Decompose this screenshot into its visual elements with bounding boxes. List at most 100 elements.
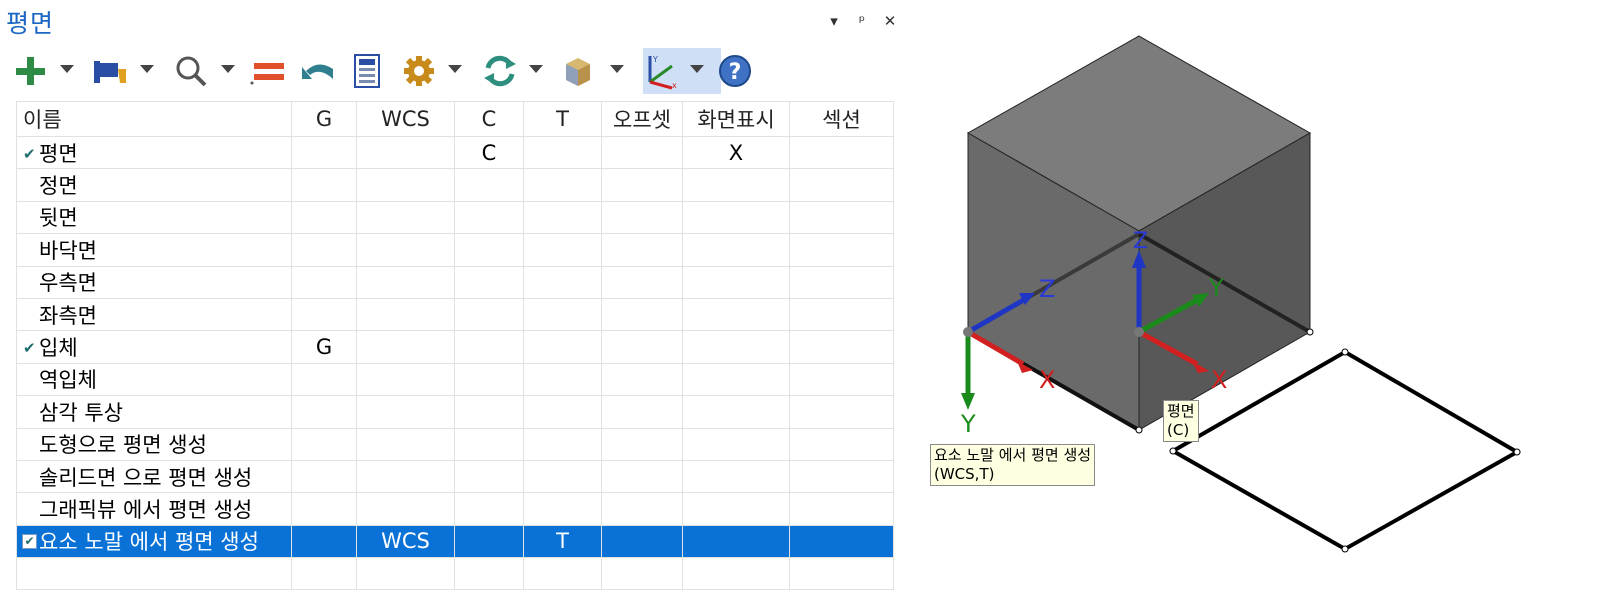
cell-offset[interactable] [601, 233, 683, 267]
cell-wcs[interactable] [356, 168, 455, 202]
cell-display[interactable] [682, 233, 790, 267]
cell-wcs[interactable] [356, 362, 455, 397]
cell-wcs[interactable] [356, 297, 455, 332]
cell-wcs[interactable] [356, 200, 455, 235]
add-button[interactable] [14, 48, 46, 94]
cell-wcs[interactable] [356, 459, 455, 494]
flag-button[interactable] [92, 48, 128, 94]
cell-c[interactable] [454, 233, 524, 267]
cell-g[interactable] [291, 459, 357, 494]
cell-name[interactable]: 그래픽뷰 에서 평면 생성 [16, 492, 292, 526]
refresh-dropdown-arrow[interactable] [529, 65, 543, 73]
cell-name[interactable]: ✔ 입체 [16, 330, 292, 364]
close-icon[interactable]: ✕ [883, 12, 897, 30]
cell-display[interactable] [682, 362, 790, 397]
element-tag[interactable]: 요소 노말 에서 평면 생성 (WCS,T) [930, 444, 1096, 486]
cell-c[interactable] [454, 168, 524, 202]
cell-display[interactable] [682, 524, 790, 559]
cell-name[interactable]: ✔ 평면 [16, 135, 292, 170]
box-button[interactable] [562, 48, 594, 94]
checkmark-icon[interactable]: ✔ [23, 339, 36, 357]
cell-c[interactable] [454, 362, 524, 397]
cell-offset[interactable] [601, 557, 683, 591]
cell-offset[interactable] [601, 297, 683, 332]
dropdown-menu-icon[interactable]: ▾ [827, 12, 841, 30]
cell-section[interactable] [789, 459, 894, 494]
cell-t[interactable] [523, 362, 602, 397]
cell-display[interactable] [682, 200, 790, 235]
table-row[interactable]: 좌측면 [16, 297, 894, 332]
cell-c[interactable] [454, 395, 524, 429]
cell-t[interactable] [523, 427, 602, 461]
cell-g[interactable] [291, 297, 357, 332]
column-header-g[interactable]: G [291, 101, 357, 137]
cell-name[interactable]: 솔리드면 으로 평면 생성 [16, 459, 292, 494]
table-row[interactable]: 삼각 투상 [16, 395, 894, 429]
cell-t[interactable] [523, 135, 602, 170]
column-header-name[interactable]: 이름 [16, 101, 292, 137]
cell-g[interactable] [291, 557, 357, 591]
box-dropdown-arrow[interactable] [610, 65, 624, 73]
cell-offset[interactable] [601, 395, 683, 429]
cell-name[interactable]: 좌측면 [16, 297, 292, 332]
cell-offset[interactable] [601, 330, 683, 364]
cell-offset[interactable] [601, 492, 683, 526]
axis-dropdown-arrow[interactable] [690, 65, 704, 73]
table-row[interactable]: 바닥면 [16, 233, 894, 267]
flag-dropdown-arrow[interactable] [140, 65, 154, 73]
cell-offset[interactable] [601, 459, 683, 494]
cell-wcs[interactable] [356, 395, 455, 429]
column-header-wcs[interactable]: WCS [356, 101, 455, 137]
undo-button[interactable] [300, 48, 336, 94]
cell-offset[interactable] [601, 427, 683, 461]
cell-name[interactable]: 삼각 투상 [16, 395, 292, 429]
cell-t[interactable] [523, 233, 602, 267]
cell-section[interactable] [789, 557, 894, 591]
checkmark-icon[interactable]: ✔ [23, 145, 36, 163]
settings-dropdown-arrow[interactable] [448, 65, 462, 73]
table-row[interactable]: ✔ 평면 C X [16, 135, 894, 170]
table-row[interactable]: ✔ 요소 노말 에서 평면 생성 WCS T [16, 524, 894, 559]
cell-c[interactable]: C [454, 135, 524, 170]
table-row[interactable]: 정면 [16, 168, 894, 202]
cell-g[interactable] [291, 524, 357, 559]
add-dropdown-arrow[interactable] [60, 65, 74, 73]
cell-offset[interactable] [601, 168, 683, 202]
cell-display[interactable] [682, 395, 790, 429]
cell-wcs[interactable] [356, 557, 455, 591]
cell-display[interactable] [682, 330, 790, 364]
cell-display[interactable] [682, 557, 790, 591]
cell-name[interactable]: 우측면 [16, 265, 292, 299]
cell-section[interactable] [789, 492, 894, 526]
cell-offset[interactable] [601, 524, 683, 559]
cell-c[interactable] [454, 265, 524, 299]
cell-display[interactable] [682, 459, 790, 494]
cell-wcs[interactable] [356, 135, 455, 170]
axis-button[interactable]: Yx [642, 48, 680, 94]
table-row[interactable]: 그래픽뷰 에서 평면 생성 [16, 492, 894, 526]
cell-offset[interactable] [601, 362, 683, 397]
cell-t[interactable] [523, 297, 602, 332]
cell-t[interactable] [523, 200, 602, 235]
column-header-display[interactable]: 화면표시 [682, 101, 790, 137]
cell-t[interactable] [523, 492, 602, 526]
cell-section[interactable] [789, 297, 894, 332]
cell-wcs[interactable] [356, 233, 455, 267]
cell-name[interactable]: 정면 [16, 168, 292, 202]
settings-button[interactable] [402, 48, 436, 94]
cell-c[interactable] [454, 200, 524, 235]
cell-t[interactable] [523, 265, 602, 299]
cell-c[interactable] [454, 330, 524, 364]
calculator-button[interactable] [352, 48, 382, 94]
cell-section[interactable] [789, 395, 894, 429]
cell-t[interactable] [523, 557, 602, 591]
cell-offset[interactable] [601, 265, 683, 299]
cell-name[interactable]: 바닥면 [16, 233, 292, 267]
table-row[interactable] [16, 557, 894, 591]
cell-g[interactable] [291, 233, 357, 267]
cell-offset[interactable] [601, 135, 683, 170]
cell-display[interactable] [682, 168, 790, 202]
cell-c[interactable] [454, 557, 524, 591]
cell-name[interactable] [16, 557, 292, 591]
cell-wcs[interactable] [356, 427, 455, 461]
